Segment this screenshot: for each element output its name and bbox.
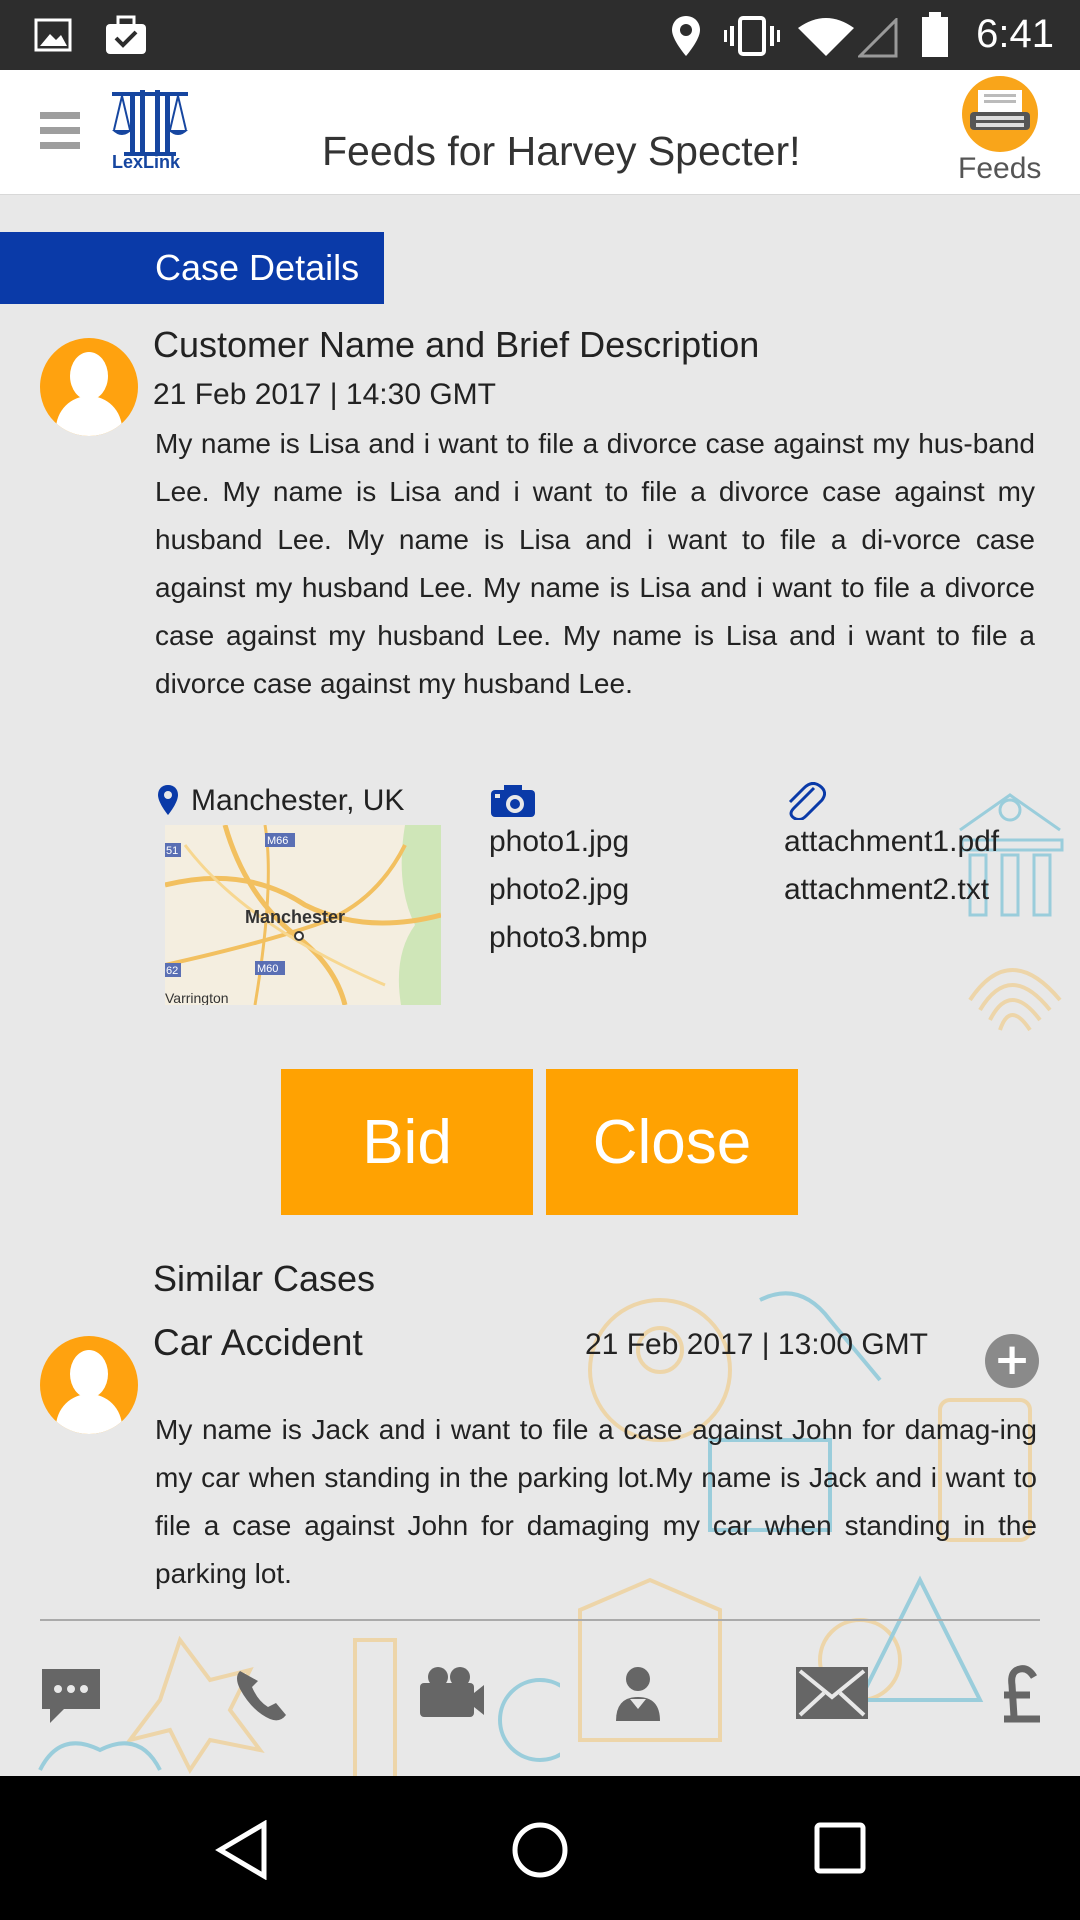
similar-case-date: 21 Feb 2017 | 13:00 GMT [585, 1328, 928, 1361]
similar-case-title[interactable]: Car Accident [153, 1322, 363, 1364]
case-location: Manchester, UK [191, 784, 405, 817]
add-icon[interactable]: + [985, 1334, 1039, 1388]
customer-avatar [40, 338, 138, 436]
similar-cases-heading: Similar Cases [153, 1258, 376, 1299]
divider [40, 1619, 1040, 1621]
background-illustration [959, 793, 1064, 1032]
bid-button[interactable]: Bid [281, 1069, 533, 1215]
attachment-file[interactable]: attachment1.pdf [784, 818, 999, 866]
page-title: Feeds for Harvey Specter! [322, 128, 801, 174]
attachment-file[interactable]: attachment2.txt [784, 866, 999, 914]
home-icon[interactable] [510, 1820, 570, 1880]
camera-icon [491, 785, 535, 817]
map-image: M66 M60 51 62 Manchester Varrington [165, 825, 441, 1005]
photo-list: photo1.jpg photo2.jpg photo3.bmp [489, 818, 647, 962]
logo-text: LexLink [112, 152, 181, 172]
case-date: 21 Feb 2017 | 14:30 GMT [153, 378, 496, 411]
paperclip-icon [788, 782, 826, 820]
photo-file[interactable]: photo1.jpg [489, 818, 647, 866]
close-button[interactable]: Close [546, 1069, 798, 1215]
attachment-list: attachment1.pdf attachment2.txt [784, 818, 999, 914]
location-icon [672, 16, 700, 56]
gallery-icon [34, 18, 72, 52]
phone-icon[interactable] [230, 1665, 290, 1725]
feeds-button[interactable] [962, 76, 1038, 152]
vibrate-icon [724, 16, 780, 56]
system-navigation-bar [0, 1776, 1080, 1920]
map-town-label: Varrington [165, 990, 229, 1005]
location-map[interactable]: M66 M60 51 62 Manchester Varrington [165, 825, 441, 1005]
mail-icon[interactable] [794, 1665, 870, 1721]
back-icon[interactable] [214, 1820, 270, 1880]
case-description: My name is Lisa and i want to file a div… [155, 428, 1035, 699]
status-bar: 6:41 [0, 0, 1080, 70]
battery-icon [922, 12, 948, 57]
map-label-m66: M66 [267, 835, 288, 847]
map-label-m62: 62 [166, 965, 178, 977]
status-time: 6:41 [976, 12, 1054, 56]
map-city-label: Manchester [245, 907, 345, 927]
task-done-icon [106, 15, 146, 54]
similar-case-avatar [40, 1336, 138, 1434]
video-camera-icon[interactable] [416, 1665, 484, 1721]
map-label-m60: M60 [257, 963, 278, 975]
photo-file[interactable]: photo2.jpg [489, 866, 647, 914]
app-bar: LexLink Feeds for Harvey Specter! Feeds [0, 70, 1080, 195]
tab-case-details[interactable]: Case Details [0, 232, 384, 304]
wifi-icon [798, 18, 854, 56]
location-pin-icon [158, 785, 178, 815]
pound-icon[interactable] [1000, 1665, 1044, 1725]
case-title: Customer Name and Brief Description [153, 324, 760, 365]
recent-apps-icon[interactable] [814, 1822, 866, 1874]
menu-icon[interactable] [40, 112, 80, 150]
feeds-label[interactable]: Feeds [958, 152, 1041, 186]
typewriter-icon [970, 90, 1030, 130]
chat-icon[interactable] [38, 1665, 104, 1727]
user-download-icon[interactable] [612, 1665, 664, 1725]
signal-icon [858, 18, 898, 58]
photo-file[interactable]: photo3.bmp [489, 914, 647, 962]
similar-case-description: My name is Jack and i want to file a cas… [155, 1414, 1037, 1589]
map-label-m61: 51 [166, 845, 178, 857]
